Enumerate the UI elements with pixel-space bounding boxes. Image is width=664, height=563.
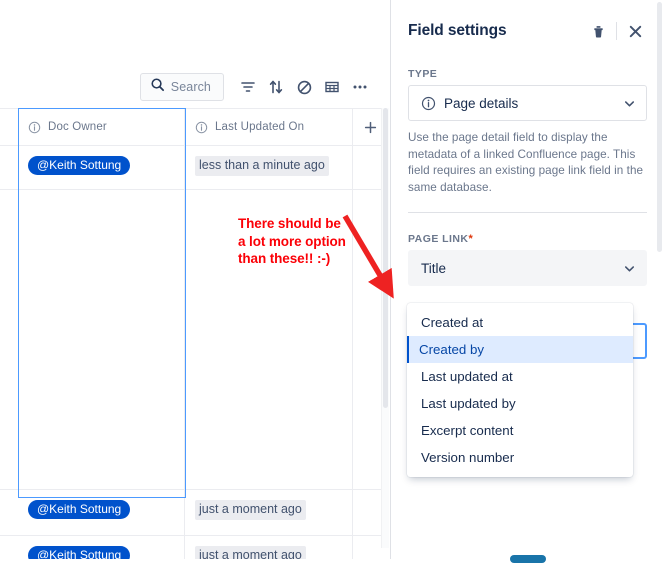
table-toolbar: Search <box>0 72 382 102</box>
displayed-detail-dropdown-menu[interactable]: Created at Created by Last updated at La… <box>407 303 633 477</box>
scrollbar-thumb[interactable] <box>657 2 662 252</box>
page-link-field-label: PAGE LINK* <box>408 233 647 245</box>
table-row[interactable]: @Keith Sottung less than a minute ago <box>0 146 390 190</box>
chevron-down-icon <box>623 97 636 110</box>
type-helper-text: Use the page detail field to display the… <box>408 131 644 194</box>
timestamp-chip: just a moment ago <box>195 500 306 520</box>
cell-last-updated-on[interactable]: less than a minute ago <box>185 146 353 190</box>
info-circle-icon <box>421 96 436 111</box>
more-ellipsis-icon[interactable] <box>346 74 374 100</box>
chevron-down-icon <box>623 262 636 275</box>
annotation-line-1: There should be <box>238 216 341 231</box>
cell-last-updated-on[interactable]: just a moment ago <box>185 490 353 536</box>
table-layout-icon[interactable] <box>318 74 346 100</box>
column-header-label: Doc Owner <box>48 121 107 133</box>
search-placeholder-label: Search <box>170 80 211 94</box>
required-marker: * <box>468 233 474 245</box>
panel-vertical-scrollbar[interactable] <box>657 2 663 557</box>
database-table-area: Search Doc Owner Last Updated On @Keith … <box>0 0 390 559</box>
user-mention-chip[interactable]: @Keith Sottung <box>28 500 131 519</box>
scrollbar-thumb[interactable] <box>383 108 388 408</box>
page-link-select[interactable]: Title <box>408 250 647 286</box>
dropdown-option-last-updated-by[interactable]: Last updated by <box>407 390 633 417</box>
timestamp-chip: less than a minute ago <box>195 156 329 176</box>
timestamp-chip: just a moment ago <box>195 546 306 559</box>
annotation-line-2: a lot more option <box>238 233 346 249</box>
field-settings-panel: Field settings TYPE Page details Use the… <box>390 0 664 563</box>
section-divider <box>408 212 647 213</box>
cell-last-updated-on[interactable]: just a moment ago <box>185 536 353 559</box>
info-icon <box>195 121 208 134</box>
table-header-row: Doc Owner Last Updated On <box>0 108 390 146</box>
search-input[interactable]: Search <box>139 73 224 101</box>
annotation-line-3: than these!! :-) <box>238 251 331 266</box>
table-row[interactable]: @Keith Sottung just a moment ago <box>0 536 390 559</box>
close-icon[interactable] <box>622 18 648 44</box>
user-mention-chip[interactable]: @Keith Sottung <box>28 546 131 559</box>
annotation-text: There should be a lot more option than t… <box>238 215 373 268</box>
panel-title: Field settings <box>408 22 507 39</box>
bottom-indicator <box>509 555 546 563</box>
row-gutter <box>0 190 18 490</box>
dropdown-option-last-updated-at[interactable]: Last updated at <box>407 363 633 390</box>
dropdown-option-excerpt-content[interactable]: Excerpt content <box>407 417 633 444</box>
search-icon <box>150 77 165 97</box>
dropdown-option-created-by[interactable]: Created by <box>407 336 633 363</box>
cell-doc-owner[interactable] <box>18 190 185 490</box>
table-vertical-scrollbar[interactable] <box>381 108 389 548</box>
dropdown-option-version-number[interactable]: Version number <box>407 444 633 471</box>
type-field-label: TYPE <box>408 68 438 80</box>
row-gutter <box>0 490 18 536</box>
row-gutter <box>0 108 18 146</box>
page-link-label-text: PAGE LINK <box>408 233 469 245</box>
column-header-doc-owner[interactable]: Doc Owner <box>18 108 185 146</box>
header-divider <box>616 22 617 40</box>
column-header-label: Last Updated On <box>215 121 305 133</box>
table-row[interactable]: @Keith Sottung just a moment ago <box>0 490 390 536</box>
cell-doc-owner[interactable]: @Keith Sottung <box>18 490 185 536</box>
row-gutter <box>0 146 18 190</box>
row-gutter <box>0 536 18 559</box>
cell-doc-owner[interactable]: @Keith Sottung <box>18 146 185 190</box>
type-select-value: Page details <box>444 95 519 111</box>
database-grid: Doc Owner Last Updated On @Keith Sottung… <box>0 108 390 559</box>
type-select[interactable]: Page details <box>408 85 647 121</box>
cell-doc-owner[interactable]: @Keith Sottung <box>18 536 185 559</box>
trash-icon[interactable] <box>585 18 611 44</box>
column-header-last-updated-on[interactable]: Last Updated On <box>185 108 353 146</box>
filter-icon[interactable] <box>234 74 262 100</box>
eye-off-icon[interactable] <box>290 74 318 100</box>
page-link-select-value: Title <box>421 260 447 276</box>
sort-icon[interactable] <box>262 74 290 100</box>
panel-header: Field settings <box>391 0 664 48</box>
info-icon <box>28 121 41 134</box>
dropdown-option-created-at[interactable]: Created at <box>407 309 633 336</box>
user-mention-chip[interactable]: @Keith Sottung <box>28 156 131 175</box>
